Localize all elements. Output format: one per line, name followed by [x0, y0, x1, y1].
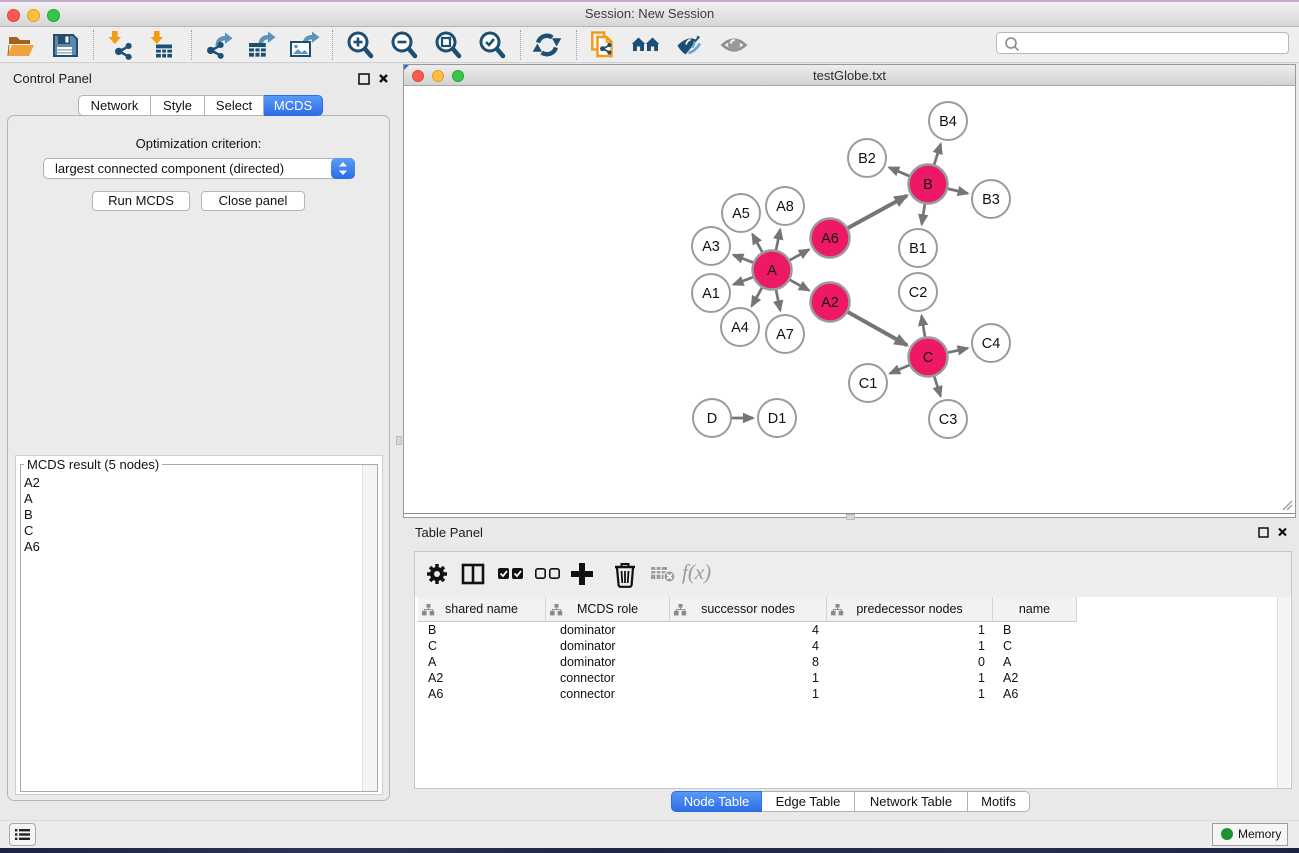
svg-text:A3: A3 [702, 239, 720, 255]
svg-text:C4: C4 [982, 336, 1001, 352]
svg-text:B2: B2 [858, 151, 876, 167]
svg-text:B: B [923, 177, 933, 193]
svg-text:A: A [767, 263, 777, 279]
svg-text:A1: A1 [702, 286, 720, 302]
svg-text:B4: B4 [939, 114, 957, 130]
svg-text:D1: D1 [768, 411, 787, 427]
svg-text:A5: A5 [732, 206, 750, 222]
svg-text:A6: A6 [821, 231, 839, 247]
svg-text:C3: C3 [939, 412, 958, 428]
svg-text:A2: A2 [821, 295, 839, 311]
svg-text:A8: A8 [776, 199, 794, 215]
svg-text:C2: C2 [909, 285, 928, 301]
svg-text:A4: A4 [731, 320, 749, 336]
svg-text:A7: A7 [776, 327, 794, 343]
svg-text:C: C [923, 350, 933, 366]
svg-text:C1: C1 [859, 376, 878, 392]
svg-text:D: D [707, 411, 717, 427]
svg-text:B3: B3 [982, 192, 1000, 208]
svg-text:B1: B1 [909, 241, 927, 257]
